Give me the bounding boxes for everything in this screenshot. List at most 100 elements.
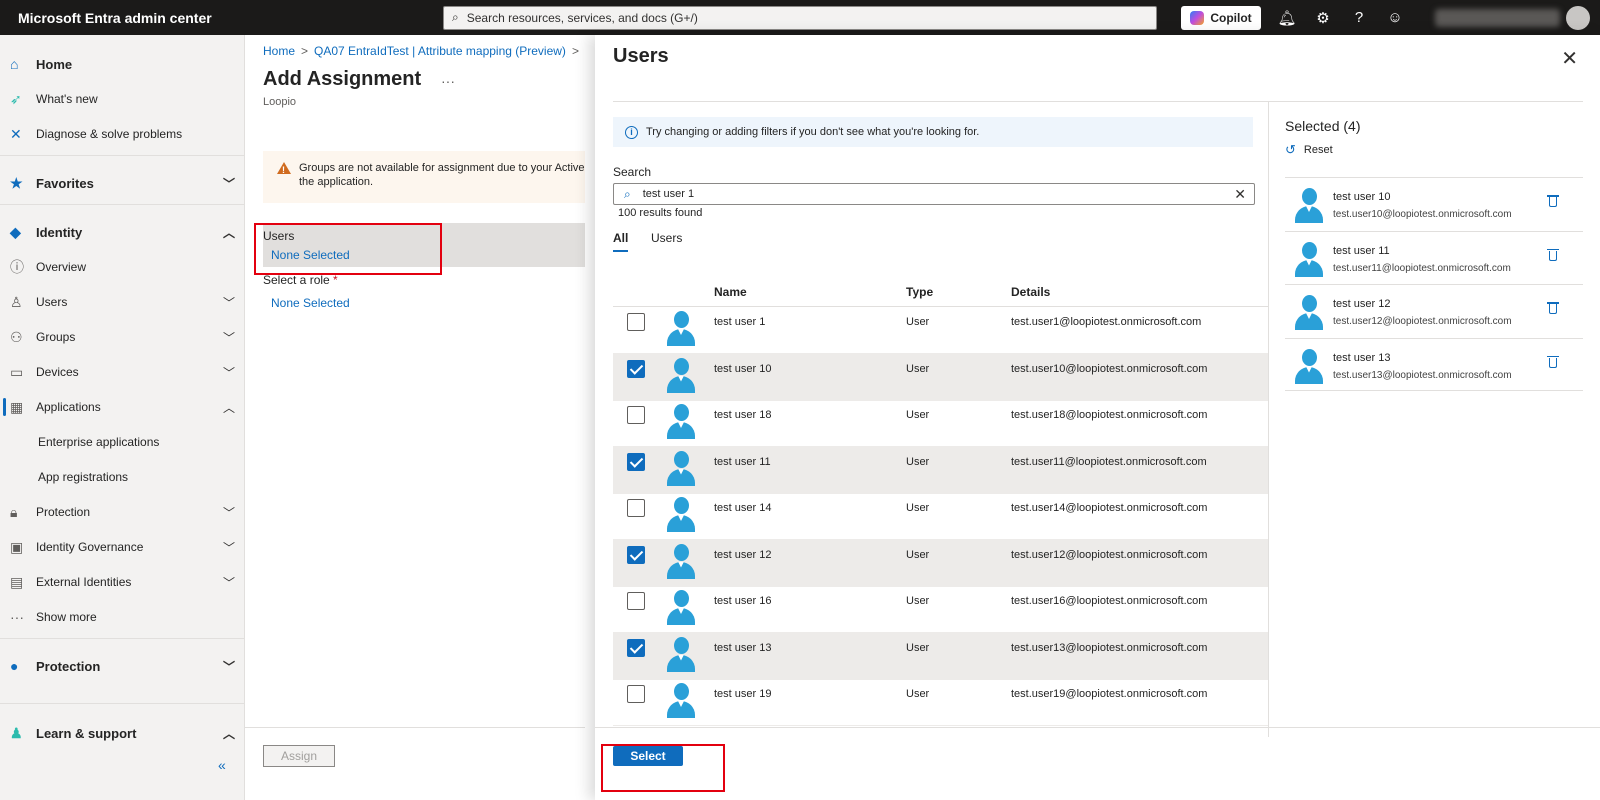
undo-icon: ↺ xyxy=(1285,142,1296,157)
nav-protection-section[interactable]: ● Protection ﹀ xyxy=(0,649,245,683)
nav-app-registrations-label: App registrations xyxy=(38,470,129,484)
row-checkbox[interactable] xyxy=(627,545,645,564)
selected-user-email: test.user10@loopiotest.onmicrosoft.com xyxy=(1333,209,1512,220)
delete-icon[interactable] xyxy=(1547,248,1559,262)
nav-learn-support[interactable]: ♟ Learn & support ︿ xyxy=(0,716,245,750)
nav-diagnose[interactable]: ✕ Diagnose & solve problems xyxy=(0,117,245,151)
table-row[interactable]: test user 19 User test.user19@loopiotest.o… xyxy=(613,679,1268,726)
warning-banner: Groups are not available for assignment … xyxy=(263,151,585,203)
nav-groups[interactable]: ⚇ Groups ﹀ xyxy=(0,320,245,354)
nav-protection-label: Protection xyxy=(36,505,91,519)
chevron-down-icon: ﹀ xyxy=(222,176,235,191)
nav-users[interactable]: ♙ Users ﹀ xyxy=(0,285,245,319)
nav-external-identities[interactable]: ▤ External Identities ﹀ xyxy=(0,565,245,599)
feedback-icon[interactable]: ☺ xyxy=(1377,0,1413,35)
table-row[interactable]: test user 18 User test.user18@loopiotest.o… xyxy=(613,400,1268,447)
row-name: test user 1 xyxy=(714,316,766,328)
table-row[interactable]: test user 10 User test.user10@loopiotest.o… xyxy=(613,353,1268,401)
info-icon: ⓘ xyxy=(10,259,24,275)
more-options-icon[interactable]: ··· xyxy=(441,73,455,89)
column-header-type[interactable]: Type xyxy=(906,285,933,299)
column-header-name[interactable]: Name xyxy=(714,285,747,299)
global-search-placeholder: Search resources, services, and docs (G+… xyxy=(466,10,698,25)
row-details: test.user10@loopiotest.onmicrosoft.com xyxy=(1011,362,1208,375)
row-checkbox[interactable] xyxy=(627,685,645,703)
nav-whats-new-label: What's new xyxy=(36,92,98,106)
nav-overview[interactable]: ⓘ Overview xyxy=(0,250,245,284)
home-icon: ⌂ xyxy=(10,56,19,72)
nav-home[interactable]: ⌂ Home xyxy=(0,47,245,81)
row-details: test.user11@loopiotest.onmicrosoft.com xyxy=(1011,455,1207,468)
table-row[interactable]: test user 13 User test.user13@loopiotest.o… xyxy=(613,632,1268,680)
row-name: test user 10 xyxy=(714,362,772,375)
avatar[interactable] xyxy=(1566,6,1590,30)
required-marker: * xyxy=(333,273,338,287)
table-row[interactable]: test user 1 User test.user1@loopiotest.onm… xyxy=(613,307,1268,354)
main-content: Home > QA07 EntraIdTest | Attribute mappin… xyxy=(245,35,585,800)
delete-icon[interactable] xyxy=(1547,194,1559,208)
wrench-icon: ✕ xyxy=(10,125,22,142)
row-type: User xyxy=(906,641,930,654)
global-search-input[interactable]: ⌕ Search resources, services, and docs (… xyxy=(443,5,1157,30)
selected-user-name: test user 10 xyxy=(1333,191,1391,203)
nav-devices[interactable]: ▭ Devices ﹀ xyxy=(0,355,245,389)
external-identities-icon: ▤ xyxy=(10,573,24,590)
brand-title[interactable]: Microsoft Entra admin center xyxy=(0,10,443,26)
table-row[interactable]: test user 12 User test.user12@loopiotest.o… xyxy=(613,539,1268,587)
column-header-details[interactable]: Details xyxy=(1011,285,1050,299)
bell-icon[interactable]: 🔔︎ xyxy=(1269,0,1305,35)
nav-protection[interactable]: 🔒︎ Protection ﹀ xyxy=(0,495,245,529)
search-icon: ⌕ xyxy=(624,186,631,201)
row-name: test user 14 xyxy=(714,502,772,514)
row-checkbox[interactable] xyxy=(627,592,645,610)
role-none-selected-link[interactable]: None Selected xyxy=(271,296,350,310)
nav-show-more-label: Show more xyxy=(36,610,97,624)
nav-enterprise-apps[interactable]: Enterprise applications xyxy=(0,425,245,459)
breadcrumb-attribute-mapping[interactable]: QA07 EntraIdTest | Attribute mapping (Pr… xyxy=(314,44,566,58)
assign-button[interactable]: Assign xyxy=(263,745,335,767)
table-row[interactable]: test user 11 User test.user11@loopiotest.o… xyxy=(613,446,1268,494)
table-row[interactable]: test user 16 User test.user16@loopiotest.o… xyxy=(613,586,1268,633)
row-checkbox[interactable] xyxy=(627,499,645,517)
help-icon[interactable]: ? xyxy=(1341,0,1377,35)
user-search-input[interactable]: ⌕ test user 1 ✕ xyxy=(613,183,1255,205)
nav-show-more[interactable]: ··· Show more xyxy=(0,600,245,634)
row-checkbox[interactable] xyxy=(627,638,645,657)
page-title: Add Assignment xyxy=(263,68,422,90)
nav-identity-label: Identity xyxy=(36,224,83,240)
row-type: User xyxy=(906,362,930,375)
nav-app-registrations[interactable]: App registrations xyxy=(0,460,245,494)
reset-button[interactable]: ↺ Reset xyxy=(1285,142,1333,158)
rocket-icon: ➶ xyxy=(10,90,22,107)
copilot-button[interactable]: Copilot xyxy=(1181,5,1261,30)
breadcrumb: Home > QA07 EntraIdTest | Attribute mappin… xyxy=(263,44,579,58)
row-checkbox[interactable] xyxy=(627,359,645,378)
row-checkbox[interactable] xyxy=(627,313,645,331)
close-icon[interactable]: ✕ xyxy=(1561,46,1578,71)
delete-icon[interactable] xyxy=(1547,301,1559,315)
nav-identity[interactable]: ◆ Identity ︿ xyxy=(0,215,245,249)
account-name-blurred[interactable] xyxy=(1435,8,1560,27)
row-checkbox[interactable] xyxy=(627,406,645,424)
table-row[interactable]: test user 14 User test.user14@loopiotest.o… xyxy=(613,493,1268,540)
nav-identity-governance[interactable]: ▣ Identity Governance ﹀ xyxy=(0,530,245,564)
nav-whats-new[interactable]: ➶ What's new xyxy=(0,82,245,116)
chevron-down-icon: ﹀ xyxy=(222,365,235,380)
breadcrumb-home[interactable]: Home xyxy=(263,44,295,58)
nav-applications[interactable]: ▦ Applications ︿ xyxy=(0,390,245,424)
row-details: test.user14@loopiotest.onmicrosoft.com xyxy=(1011,502,1208,514)
delete-icon[interactable] xyxy=(1547,355,1559,369)
row-checkbox[interactable] xyxy=(627,452,645,471)
tab-users[interactable]: Users xyxy=(651,231,682,245)
panel-footer: Select xyxy=(595,727,1600,800)
user-avatar-icon xyxy=(665,497,697,533)
collapse-nav-icon[interactable]: « xyxy=(218,757,226,773)
clear-search-icon[interactable]: ✕ xyxy=(1234,186,1246,203)
gear-icon[interactable]: ⚙ xyxy=(1305,0,1341,35)
tab-all[interactable]: All xyxy=(613,231,629,252)
nav-overview-label: Overview xyxy=(36,260,87,274)
selected-user-item: test user 12 test.user12@loopiotest.onmic… xyxy=(1285,284,1583,338)
nav-external-identities-label: External Identities xyxy=(36,575,132,589)
governance-icon: ▣ xyxy=(10,538,24,555)
nav-favorites[interactable]: ★ Favorites ﹀ xyxy=(0,166,245,200)
